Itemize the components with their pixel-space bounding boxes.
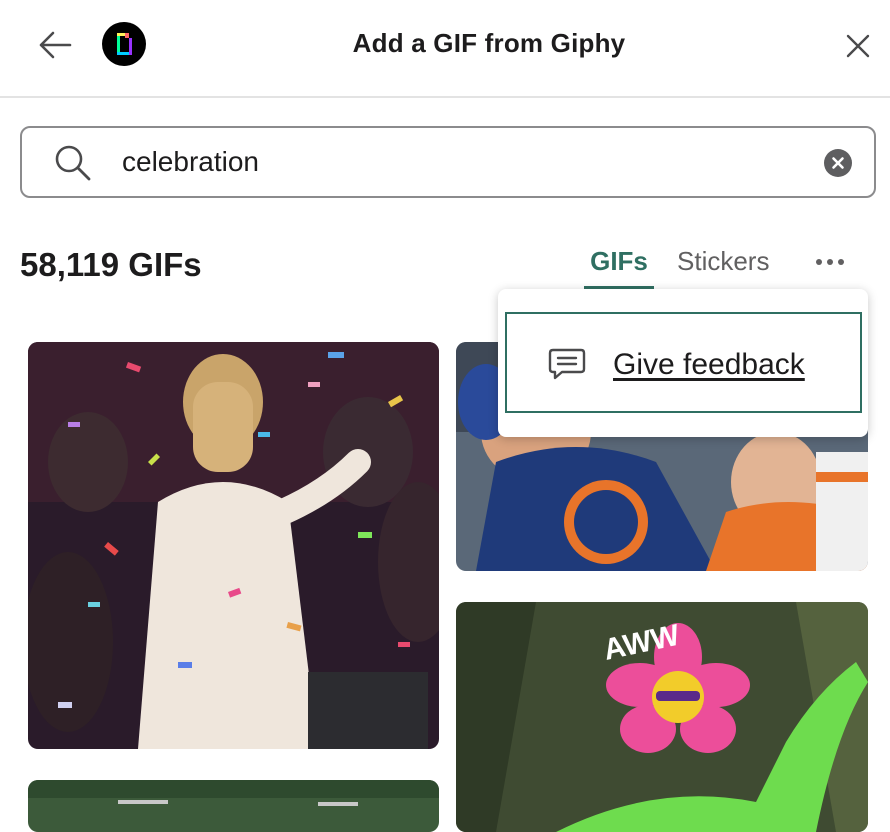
more-horizontal-icon	[816, 259, 822, 265]
gif-thumbnail	[28, 342, 439, 749]
tab-stickers[interactable]: Stickers	[677, 246, 769, 277]
gif-thumbnail: AWW	[456, 602, 868, 832]
feedback-icon	[548, 348, 586, 380]
search-icon	[55, 145, 91, 181]
give-feedback-label: Give feedback	[613, 348, 805, 381]
gif-thumbnail	[28, 780, 439, 832]
more-options-menu: Give feedback	[498, 289, 868, 437]
clear-search-button[interactable]	[824, 149, 852, 177]
tab-gifs[interactable]: GIFs	[584, 246, 654, 277]
gif-result[interactable]: AWW	[456, 602, 868, 832]
close-button[interactable]	[842, 30, 874, 62]
dialog-title: Add a GIF from Giphy	[352, 28, 626, 58]
clear-icon	[832, 157, 844, 169]
more-options-button[interactable]	[812, 250, 848, 274]
gif-result[interactable]	[28, 780, 439, 832]
dialog-header: Add a GIF from Giphy	[0, 0, 890, 98]
search-input[interactable]	[122, 140, 802, 184]
search-box[interactable]	[20, 126, 876, 198]
close-icon	[846, 34, 870, 58]
result-count: 58,119 GIFs	[20, 246, 202, 283]
gif-result[interactable]	[28, 342, 439, 749]
give-feedback-menu-item[interactable]: Give feedback	[505, 312, 862, 413]
